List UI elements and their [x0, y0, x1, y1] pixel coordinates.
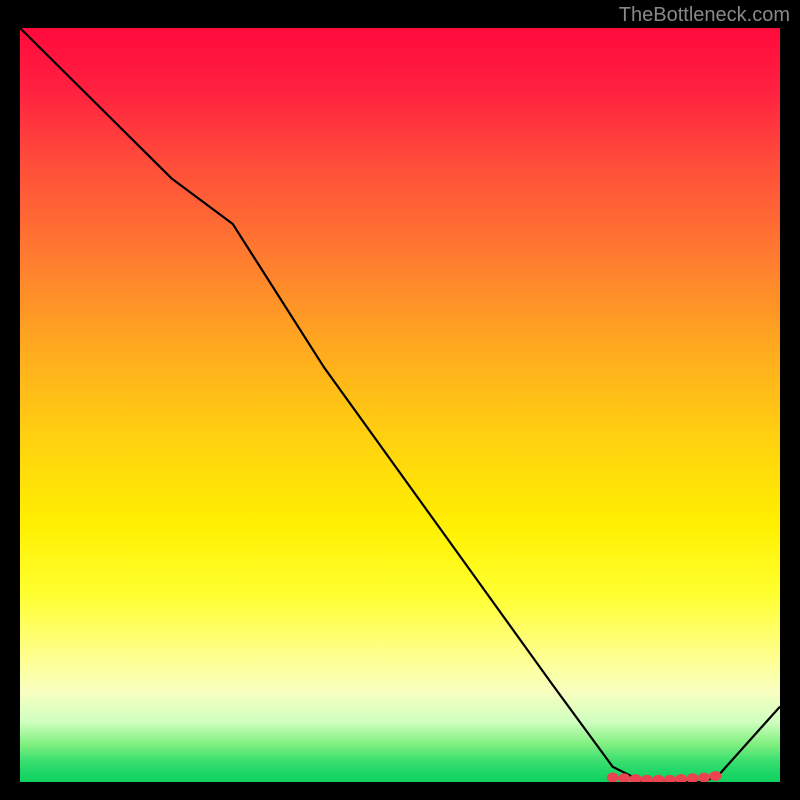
chart-line	[20, 28, 780, 782]
chart-svg	[20, 28, 780, 782]
watermark-text: TheBottleneck.com	[619, 4, 790, 27]
chart-plot-area	[20, 28, 780, 782]
